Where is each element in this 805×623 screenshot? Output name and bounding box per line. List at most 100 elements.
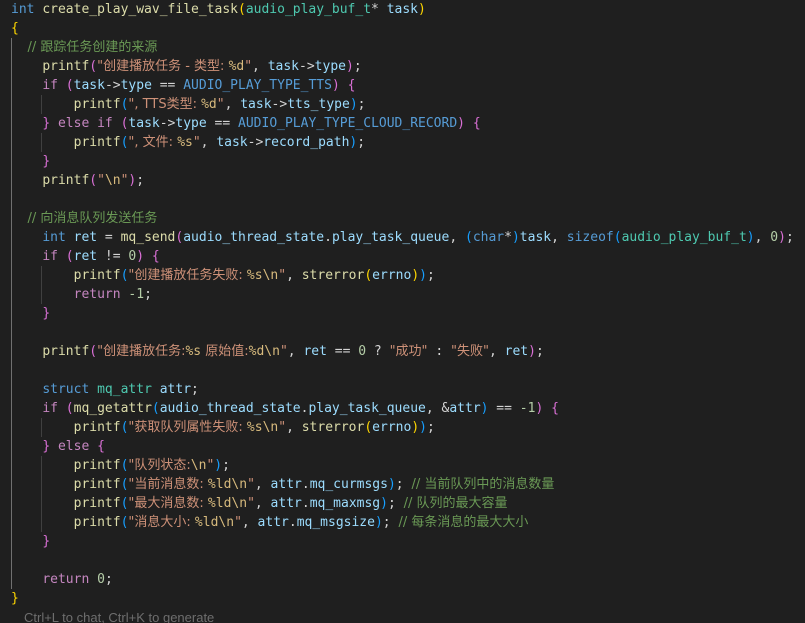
code-line[interactable]: printf("创建播放任务失败: %s\n", strerror(errno)…: [11, 266, 435, 285]
bracket-token: ): [345, 59, 354, 74]
format-specifier-token: \n: [190, 458, 207, 473]
keyword-token: AUDIO_PLAY_TYPE_CLOUD_RECORD: [238, 116, 458, 131]
comment-token: // 当前队列中的消息数量: [411, 477, 555, 492]
code-line[interactable]: printf("当前消息数: %ld\n", attr.mq_curmsgs);…: [11, 475, 555, 494]
identifier-token: attr: [159, 382, 192, 397]
function-token: printf: [73, 496, 121, 511]
punctuation-token: .: [288, 515, 297, 530]
string-token: ", 文件:: [128, 135, 178, 150]
identifier-token: mq_msgsize: [296, 515, 375, 530]
punctuation-token: [11, 268, 74, 283]
code-line[interactable]: return -1;: [11, 285, 152, 304]
bracket-token: (: [465, 230, 473, 245]
punctuation-token: ?: [366, 344, 390, 359]
identifier-token: ret: [73, 249, 98, 264]
punctuation-token: ==: [151, 78, 184, 93]
code-line[interactable]: // 向消息队列发送任务: [11, 209, 158, 228]
punctuation-token: .: [324, 230, 332, 245]
bracket-token: (: [151, 401, 160, 416]
punctuation-token: =: [97, 230, 121, 245]
punctuation-token: ;: [382, 515, 399, 530]
bracket-token: (: [613, 230, 622, 245]
code-line[interactable]: printf(", TTS类型: %d", task->tts_type);: [11, 95, 366, 114]
punctuation-token: .: [301, 496, 310, 511]
punctuation-token: [11, 135, 74, 150]
string-token: ", TTS类型:: [128, 97, 202, 112]
punctuation-token: [66, 230, 74, 245]
identifier-token: attr: [257, 515, 289, 530]
code-line[interactable]: printf("创建播放任务 - 类型: %d", task->type);: [11, 57, 361, 76]
punctuation-token: ;: [144, 287, 152, 302]
punctuation-token: [11, 420, 74, 435]
punctuation-token: ,: [449, 230, 465, 245]
bracket-token: ): [387, 477, 396, 492]
bracket-token: (: [237, 2, 246, 17]
punctuation-token: :: [427, 344, 452, 359]
function-token: printf: [73, 135, 121, 150]
code-line[interactable]: printf("\n");: [11, 171, 144, 190]
code-line[interactable]: }: [11, 532, 50, 551]
string-token: "消息大小:: [128, 515, 195, 530]
code-line[interactable]: if (ret != 0) {: [11, 247, 159, 266]
bracket-token: ): [411, 268, 420, 283]
code-line[interactable]: }: [11, 304, 50, 323]
punctuation-token: ;: [785, 230, 794, 245]
punctuation-token: [11, 59, 42, 74]
number-token: -1: [128, 287, 145, 302]
function-token: printf: [73, 97, 121, 112]
punctuation-token: [11, 572, 42, 587]
code-line[interactable]: }: [11, 152, 50, 171]
identifier-token: errno: [372, 268, 412, 283]
code-line[interactable]: {: [11, 19, 19, 38]
punctuation-token: , &: [425, 401, 450, 416]
string-token: ": [278, 420, 287, 435]
code-line[interactable]: } else if (task->type == AUDIO_PLAY_TYPE…: [11, 114, 480, 133]
code-line[interactable]: printf("队列状态:\n");: [11, 456, 230, 475]
string-token: "队列状态:: [128, 458, 191, 473]
code-editor[interactable]: int create_play_wav_file_task(audio_play…: [0, 0, 805, 623]
punctuation-token: [11, 173, 42, 188]
function-token: printf: [73, 268, 121, 283]
function-token: printf: [42, 59, 90, 74]
code-line[interactable]: printf(", 文件: %s", task->record_path);: [11, 133, 365, 152]
punctuation-token: [89, 439, 97, 454]
punctuation-token: ;: [387, 496, 404, 511]
punctuation-token: ,: [488, 344, 505, 359]
identifier-token: ret: [504, 344, 529, 359]
bracket-token: ): [778, 230, 786, 245]
code-line[interactable]: printf("最大消息数: %ld\n", attr.mq_maxmsg); …: [11, 494, 508, 513]
bracket-token: (: [364, 268, 373, 283]
code-line[interactable]: int create_play_wav_file_task(audio_play…: [11, 0, 426, 19]
format-specifier-token: %ld\n: [207, 477, 248, 492]
code-line[interactable]: printf("消息大小: %ld\n", attr.mq_msgsize); …: [11, 513, 529, 532]
punctuation-token: [152, 382, 160, 397]
code-line[interactable]: printf("获取队列属性失败: %s\n", strerror(errno)…: [11, 418, 435, 437]
string-token: ": [247, 477, 255, 492]
bracket-token: {: [97, 439, 105, 454]
control-keyword-token: return: [42, 572, 90, 587]
punctuation-token: [11, 116, 42, 131]
code-line[interactable]: if (task->type == AUDIO_PLAY_TYPE_TTS) {: [11, 76, 355, 95]
punctuation-token: [11, 344, 42, 359]
bracket-token: ): [214, 458, 223, 473]
keyword-token: int: [42, 230, 66, 245]
string-token: "成功": [389, 344, 428, 359]
code-line[interactable]: printf("创建播放任务:%s 原始值:%d\n", ret == 0 ? …: [11, 342, 543, 361]
identifier-token: tts_type: [287, 97, 350, 112]
punctuation-token: [50, 116, 58, 131]
string-token: ": [279, 344, 288, 359]
number-token: 0: [770, 230, 779, 245]
code-line[interactable]: }: [11, 589, 19, 608]
code-line[interactable]: if (mq_getattr(audio_thread_state.play_t…: [11, 399, 559, 418]
function-token: strerror: [301, 420, 365, 435]
punctuation-token: ;: [222, 458, 230, 473]
identifier-token: type: [175, 116, 207, 131]
code-line[interactable]: struct mq_attr attr;: [11, 380, 199, 399]
bracket-token: }: [42, 116, 51, 131]
code-line[interactable]: // 跟踪任务创建的来源: [11, 38, 158, 57]
code-line[interactable]: return 0;: [11, 570, 112, 589]
code-line[interactable]: int ret = mq_send (audio_thread_state.pla…: [11, 228, 794, 247]
code-line[interactable]: } else {: [11, 437, 105, 456]
format-specifier-token: \n: [104, 173, 121, 188]
punctuation-token: [11, 534, 42, 549]
